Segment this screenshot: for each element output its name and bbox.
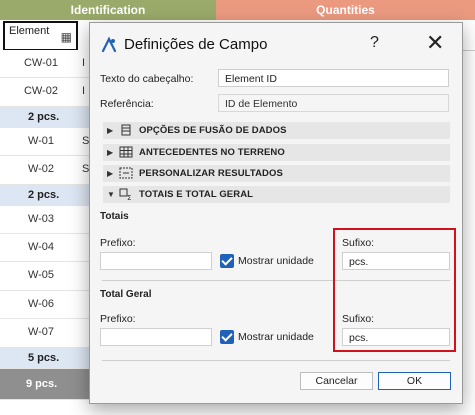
reference-field: ID de Elemento — [218, 94, 449, 112]
schedule-rows: CW-01 I CW-02 I 2 pcs. W-01 S W-02 S 2 pcs. W-03 W-… — [0, 50, 90, 400]
table-row: W-03 — [0, 205, 90, 234]
grand-total-prefix-input[interactable] — [100, 328, 212, 346]
highlight-annotation-box — [333, 228, 456, 352]
section-label: PERSONALIZAR RESULTADOS — [139, 168, 283, 179]
element-id-cell: CW-01 — [23, 57, 59, 69]
table-row: W-04 — [0, 233, 90, 263]
section-label: ANTECEDENTES NO TERRENO — [139, 147, 285, 158]
table-row: CW-02 I — [0, 78, 90, 107]
svg-text:Σ: Σ — [127, 194, 131, 200]
section-label: TOTAIS E TOTAL GERAL — [139, 189, 254, 200]
subtotal-row: 2 pcs. — [0, 106, 90, 128]
header-text-label: Texto do cabeçalho: — [100, 73, 194, 85]
group-header-identification: Identification — [0, 0, 216, 20]
app-logo-icon — [101, 36, 117, 53]
element-id-cell: W-07 — [27, 326, 55, 339]
adjacent-cell: I — [82, 85, 86, 98]
ok-button[interactable]: OK — [378, 372, 451, 390]
divider — [102, 360, 450, 361]
totals-show-unit-checkbox[interactable] — [220, 254, 234, 268]
chevron-right-icon: ▶ — [107, 148, 114, 157]
table-row: CW-01 I — [0, 50, 90, 79]
table-row: W-06 — [0, 290, 90, 320]
grand-total-show-unit-label: Mostrar unidade — [238, 331, 314, 343]
header-text-input[interactable]: Element ID — [218, 69, 449, 87]
group-header-quantities: Quantities — [216, 0, 475, 20]
section-ground-history[interactable]: ▶ ANTECEDENTES NO TERRENO — [103, 144, 450, 161]
element-id-cell: W-05 — [27, 269, 55, 282]
table-row: W-02 S — [0, 156, 90, 185]
chevron-right-icon: ▶ — [107, 126, 114, 135]
adjacent-cell: I — [82, 57, 86, 69]
section-customize-results[interactable]: ▶ PERSONALIZAR RESULTADOS — [103, 165, 450, 182]
reference-label: Referência: — [100, 98, 154, 110]
element-id-cell: W-02 — [27, 163, 55, 176]
column-settings-icon[interactable]: ▦ — [61, 30, 72, 44]
dialog-title: Definições de Campo — [124, 36, 268, 53]
grand-total-show-unit-checkbox[interactable] — [220, 330, 234, 344]
subtotal-row: 5 pcs. — [0, 347, 90, 369]
totals-show-unit-label: Mostrar unidade — [238, 255, 314, 267]
element-id-cell: W-01 — [27, 134, 55, 147]
totals-prefix-label: Prefixo: — [100, 237, 136, 249]
element-column-label: Element — [9, 25, 50, 37]
grand-total-group-label: Total Geral — [100, 289, 152, 300]
grand-total-row: 9 pcs. — [0, 368, 90, 400]
customize-results-icon — [119, 167, 133, 179]
dialog-titlebar[interactable]: Definições de Campo ? ✕ — [90, 23, 462, 65]
grand-total-prefix-label: Prefixo: — [100, 313, 136, 325]
element-column-header[interactable]: Element ▦ — [3, 21, 78, 51]
element-id-cell: W-06 — [27, 297, 55, 310]
table-row: W-07 — [0, 319, 90, 348]
element-id-cell: W-03 — [27, 212, 55, 225]
help-button[interactable]: ? — [370, 34, 379, 52]
table-row: W-05 — [0, 262, 90, 291]
section-totals[interactable]: ▼ Σ TOTAIS E TOTAL GERAL — [103, 186, 450, 203]
subtotal-row: 2 pcs. — [0, 184, 90, 206]
totals-group-label: Totais — [100, 211, 129, 222]
section-label: OPÇÕES DE FUSÃO DE DADOS — [139, 125, 287, 136]
chevron-right-icon: ▶ — [107, 169, 114, 178]
element-id-cell: CW-02 — [23, 85, 59, 98]
cancel-button[interactable]: Cancelar — [300, 372, 373, 390]
close-button[interactable]: ✕ — [426, 30, 444, 56]
sum-icon: Σ — [119, 188, 131, 200]
totals-prefix-input[interactable] — [100, 252, 212, 270]
section-merge-options[interactable]: ▶ OPÇÕES DE FUSÃO DE DADOS — [103, 122, 450, 139]
element-id-cell: W-04 — [27, 240, 55, 253]
table-row: W-01 S — [0, 127, 90, 157]
chevron-down-icon: ▼ — [107, 190, 115, 199]
merge-options-icon — [121, 124, 131, 136]
table-grid-icon — [119, 146, 133, 158]
